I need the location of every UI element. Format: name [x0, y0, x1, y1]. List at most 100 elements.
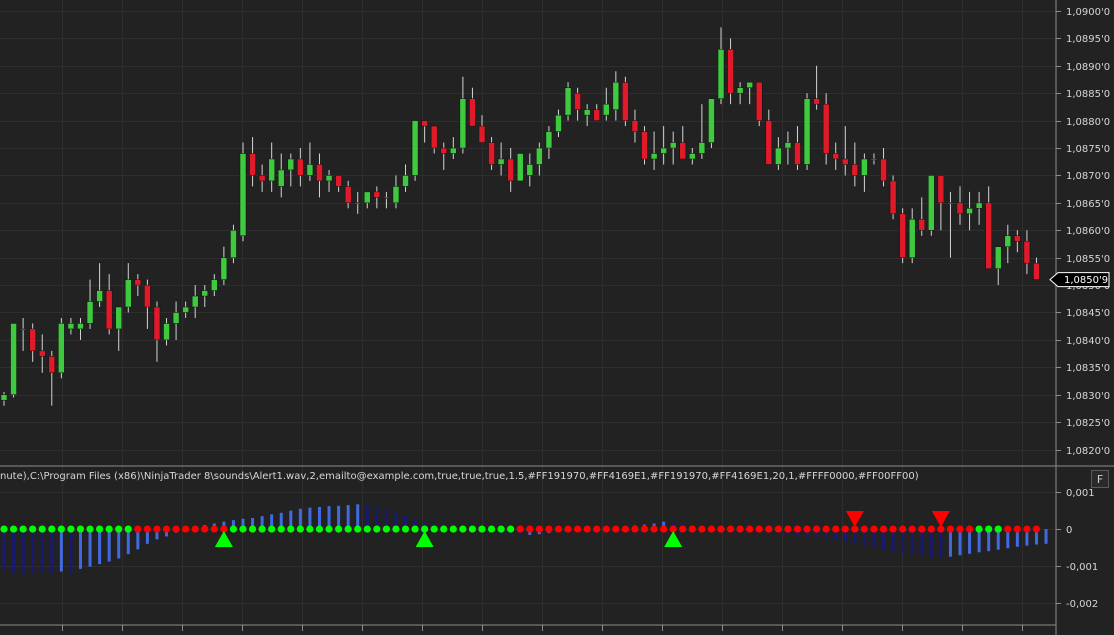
dot-green	[115, 525, 123, 533]
candle-up	[669, 142, 677, 149]
candle-down	[430, 125, 438, 149]
dot-green	[287, 525, 295, 533]
dot-red	[602, 525, 610, 533]
candle-down	[851, 164, 859, 176]
dot-green	[478, 525, 486, 533]
candle-down	[144, 284, 151, 308]
dot-red	[784, 525, 792, 533]
candle-down	[937, 175, 945, 204]
candle-down	[622, 81, 629, 121]
candle-up	[67, 323, 75, 330]
dot-red	[841, 525, 849, 533]
dot-green	[248, 525, 257, 533]
dot-red	[621, 525, 630, 533]
candle-down	[593, 109, 600, 121]
candle-down	[38, 350, 46, 357]
dot-green	[382, 525, 390, 533]
dot-red	[593, 525, 601, 533]
candle-up	[383, 197, 390, 199]
candle-down	[153, 306, 161, 341]
dot-green	[487, 525, 496, 533]
f-button[interactable]: F	[1091, 470, 1109, 488]
candle-up	[870, 158, 878, 161]
dot-red	[162, 525, 171, 533]
candle-up	[775, 147, 782, 165]
candle-down	[373, 191, 381, 198]
candle-up	[115, 306, 122, 330]
candle-up	[603, 103, 610, 116]
candle-down	[1033, 262, 1040, 280]
dot-green	[325, 525, 333, 533]
chart-canvas[interactable]: 1,0820'0 1,0825'0 1,0830'0 1,0835'0 1,0840'0…	[0, 0, 1114, 635]
dot-red	[688, 525, 696, 533]
dot-green	[96, 525, 104, 533]
candle-down	[918, 219, 926, 231]
dot-red	[918, 525, 926, 533]
dot-red	[1023, 525, 1031, 533]
dot-red	[191, 525, 199, 533]
histogram-bar	[59, 529, 63, 572]
dot-red	[640, 525, 649, 533]
dot-green	[239, 525, 247, 533]
dot-red	[134, 525, 142, 533]
candle-up	[77, 323, 84, 330]
candle-up	[163, 323, 170, 341]
dot-green	[76, 525, 85, 533]
dot-red	[956, 525, 964, 533]
candle-down	[842, 158, 849, 165]
dot-red	[698, 525, 706, 533]
candle-up	[612, 81, 620, 110]
candle-down	[507, 158, 514, 182]
histogram-bar	[910, 529, 914, 555]
histogram-bar	[40, 529, 44, 574]
candle-down	[488, 142, 495, 165]
candle-up	[736, 87, 744, 94]
candle-up	[211, 279, 218, 291]
candle-up	[994, 246, 1002, 269]
candle-down	[105, 290, 113, 330]
candle-up	[191, 295, 199, 308]
candle-up	[516, 153, 524, 182]
candle-up	[861, 158, 868, 176]
dot-green	[268, 525, 276, 533]
dot-red	[679, 525, 687, 533]
candle-up	[928, 175, 935, 231]
histogram-bar	[939, 529, 943, 558]
dot-green	[229, 525, 238, 533]
candle-up	[86, 301, 94, 324]
candle-down	[574, 92, 581, 110]
dot-green	[19, 525, 27, 533]
dot-green	[335, 525, 343, 533]
dot-green	[507, 525, 515, 533]
candle-up	[717, 49, 725, 99]
dot-red	[946, 525, 955, 533]
dot-red	[1013, 525, 1021, 533]
candle-up	[364, 191, 371, 204]
dot-green	[497, 525, 505, 533]
candle-up	[660, 147, 667, 154]
candle-up	[325, 175, 333, 182]
dot-green	[306, 525, 314, 533]
candle-down	[641, 131, 648, 160]
dot-red	[583, 525, 591, 533]
dot-red	[1004, 525, 1012, 533]
candle-down	[421, 120, 428, 127]
dot-green	[449, 525, 457, 533]
candle-up	[947, 202, 954, 205]
dot-red	[793, 525, 802, 533]
price-tick-label: 1,0835'0	[1066, 363, 1110, 374]
dot-green	[67, 525, 75, 533]
candle-up	[698, 142, 706, 154]
candle-down	[832, 153, 839, 160]
histogram-bar	[107, 529, 111, 562]
dot-red	[822, 525, 830, 533]
candle-down	[794, 142, 801, 165]
candle-down	[134, 279, 142, 286]
histogram-bar	[948, 529, 952, 557]
candle-up	[96, 290, 103, 302]
price-tick-label: 1,0825'0	[1066, 418, 1110, 429]
dot-red	[927, 525, 935, 533]
dot-red	[717, 525, 725, 533]
candle-up	[10, 323, 17, 395]
candle-up	[1004, 235, 1012, 247]
